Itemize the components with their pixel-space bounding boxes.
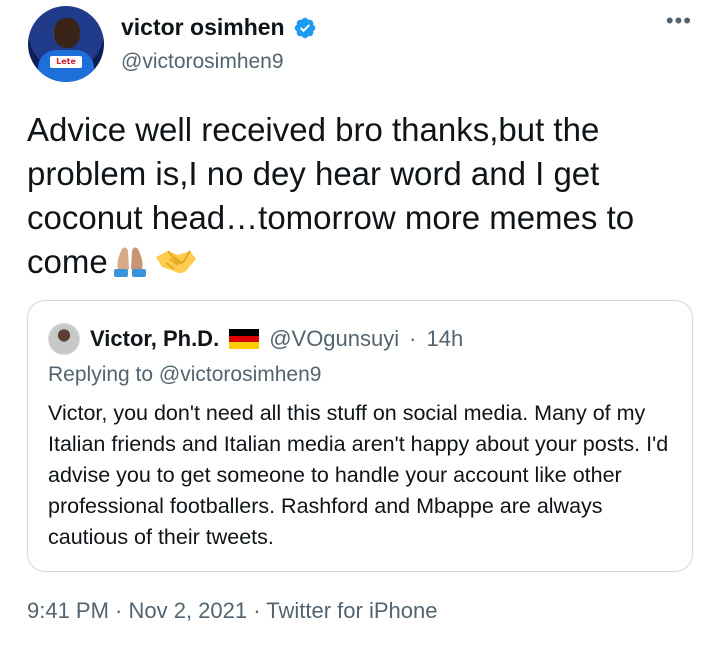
author-avatar[interactable]: Lete <box>28 6 104 82</box>
quoted-meta-separator: · <box>409 326 417 351</box>
quoted-author-avatar[interactable] <box>48 323 80 355</box>
quoted-tweet-text: Victor, you don't need all this stuff on… <box>48 401 669 549</box>
author-handle[interactable]: @victorosimhen9 <box>121 50 284 74</box>
tweet-header: Lete victor osimhen @victorosimhen9 ••• <box>20 6 700 86</box>
quoted-author-handle[interactable]: @VOgunsuyi <box>269 326 399 352</box>
quoted-tweet-time[interactable]: 14h <box>426 326 463 352</box>
tweet-text: Advice well received bro thanks,but the … <box>27 108 697 290</box>
author-display-name[interactable]: victor osimhen <box>121 14 285 41</box>
handshake-emoji-icon <box>152 243 198 290</box>
quoted-tweet-card[interactable]: Victor, Ph.D. @VOgunsuyi · 14h Replying … <box>27 300 693 572</box>
more-options-icon[interactable]: ••• <box>666 10 692 32</box>
folded-hands-emoji-icon <box>108 243 152 290</box>
quoted-tweet-header: Victor, Ph.D. @VOgunsuyi · 14h <box>48 323 463 355</box>
author-name-row: victor osimhen <box>121 14 317 41</box>
quoted-replying-to[interactable]: Replying to @victorosimhen9 <box>48 363 321 387</box>
avatar-head <box>54 18 80 48</box>
tweet-timestamp-source[interactable]: 9:41 PM · Nov 2, 2021 · Twitter for iPho… <box>27 598 437 624</box>
verified-badge-icon <box>294 17 315 38</box>
germany-flag-icon <box>229 329 260 349</box>
avatar-jersey-logo: Lete <box>50 56 82 68</box>
quoted-author-display-name[interactable]: Victor, Ph.D. <box>90 326 219 352</box>
